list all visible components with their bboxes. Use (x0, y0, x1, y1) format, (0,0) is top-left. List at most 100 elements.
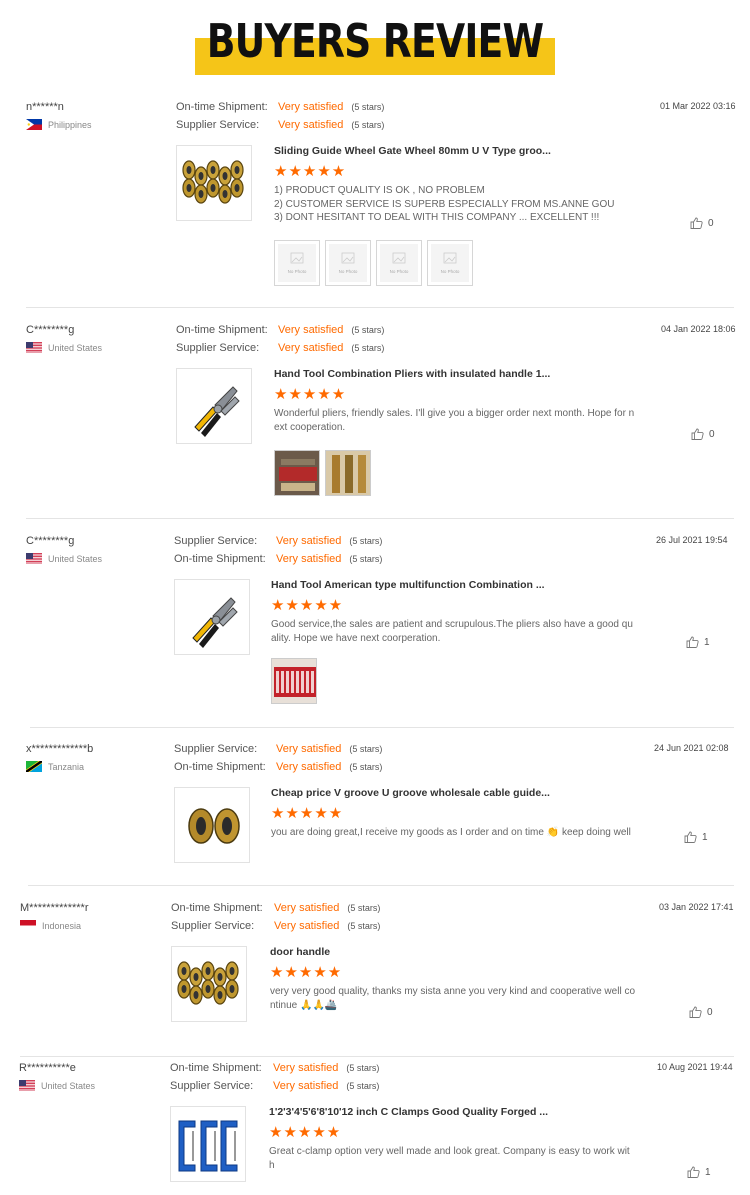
product-title-link[interactable]: 1'2'3'4'5'6'8'10'12 inch C Clamps Good Q… (269, 1106, 548, 1118)
thumbs-up-icon (686, 636, 699, 648)
review-text-line: very very good quality, thanks my sista … (270, 986, 635, 997)
no-photo-label: No Photo (287, 269, 307, 274)
like-count: 1 (705, 1166, 711, 1178)
review-star-rating: ★★★★★ (271, 805, 344, 822)
country-name: United States (41, 1080, 96, 1091)
thumbs-up-icon (690, 217, 703, 229)
review-text-line: ality. Hope we have next coorperation. (271, 632, 441, 644)
product-thumbnail[interactable] (174, 579, 250, 655)
rating-stars-text: (5 stars) (351, 102, 385, 112)
review-text-line: Good service,the sales are patient and s… (271, 619, 633, 630)
review-text: Great c-clamp option very well made and … (269, 1145, 647, 1172)
rating-stars-text: (5 stars) (346, 1063, 380, 1073)
review-photo[interactable] (325, 450, 371, 496)
reviewer-name: x*************b (26, 743, 94, 755)
review-divider (26, 518, 734, 519)
review-photo[interactable] (274, 450, 320, 496)
reviewer-name: C********g (26, 535, 75, 547)
review-date: 01 Mar 2022 03:16 (660, 101, 736, 111)
review-date: 24 Jun 2021 02:08 (654, 743, 729, 753)
no-photo-label: No Photo (440, 269, 460, 274)
no-photo-placeholder[interactable]: No Photo (427, 240, 473, 286)
review-card: M*************r Indonesia On-time Shipment… (0, 898, 750, 1057)
rating-stars-text: (5 stars) (346, 1081, 380, 1091)
review-text-line: ntinue 🙏🙏🚢 (270, 999, 338, 1011)
image-placeholder-icon (329, 244, 367, 282)
product-title-link[interactable]: Hand Tool Combination Pliers with insula… (274, 368, 550, 380)
like-button[interactable]: 1 (684, 831, 708, 843)
rating-label: On-time Shipment: (170, 1062, 262, 1074)
rating-label: On-time Shipment: (174, 761, 266, 773)
review-star-rating: ★★★★★ (271, 597, 344, 614)
product-thumbnail[interactable] (176, 145, 252, 221)
product-title-link[interactable]: Hand Tool American type multifunction Co… (271, 579, 545, 591)
rating-label: On-time Shipment: (176, 324, 268, 336)
like-count: 0 (707, 1006, 713, 1018)
product-thumbnail[interactable] (174, 787, 250, 863)
review-text: very very good quality, thanks my sista … (270, 985, 648, 1012)
rating-row: Supplier Service: Very satisfied (5 stars) (174, 743, 382, 755)
like-count: 0 (709, 428, 715, 440)
like-button[interactable]: 0 (690, 217, 714, 229)
thumbs-up-icon (684, 831, 697, 843)
review-text-line: Great c-clamp option very well made and … (269, 1146, 630, 1157)
rating-value: Very satisfied (276, 743, 342, 755)
rating-stars-text: (5 stars) (347, 903, 381, 913)
rating-label: Supplier Service: (174, 743, 258, 755)
review-text: Good service,the sales are patient and s… (271, 618, 649, 645)
review-date: 04 Jan 2022 18:06 (661, 324, 736, 334)
product-title-link[interactable]: Cheap price V groove U groove wholesale … (271, 787, 550, 799)
rating-stars-text: (5 stars) (349, 762, 383, 772)
no-photo-placeholder[interactable]: No Photo (376, 240, 422, 286)
product-thumbnail[interactable] (170, 1106, 246, 1182)
rating-value: Very satisfied (278, 324, 344, 336)
rating-value: Very satisfied (273, 1080, 339, 1092)
country-name: Philippines (48, 119, 92, 130)
rating-label: On-time Shipment: (171, 902, 263, 914)
rating-row: On-time Shipment: Very satisfied (5 stars) (171, 902, 380, 914)
rating-stars-text: (5 stars) (351, 120, 385, 130)
rating-stars-text: (5 stars) (351, 343, 385, 353)
rating-row: Supplier Service: Very satisfied (5 stars) (170, 1080, 379, 1092)
like-button[interactable]: 1 (687, 1166, 711, 1178)
product-thumbnail[interactable] (171, 946, 247, 1022)
no-photo-label: No Photo (389, 269, 409, 274)
review-card: C********g United States Supplier Service:… (0, 531, 750, 728)
review-divider (28, 885, 734, 886)
rating-value: Very satisfied (278, 119, 344, 131)
product-title-link[interactable]: door handle (270, 946, 330, 958)
us-flag (26, 553, 42, 564)
product-thumbnail[interactable] (176, 368, 252, 444)
reviewer-name: C********g (26, 324, 75, 336)
thumbs-up-icon (689, 1006, 702, 1018)
review-divider (30, 727, 734, 728)
review-text: 1) PRODUCT QUALITY IS OK , NO PROBLEM 2) … (274, 184, 652, 225)
tanzania-flag (26, 761, 42, 772)
review-divider (20, 1056, 734, 1057)
review-star-rating: ★★★★★ (270, 964, 343, 981)
review-text-line: 3) DONT HESITANT TO DEAL WITH THIS COMPA… (274, 212, 600, 223)
product-title-link[interactable]: Sliding Guide Wheel Gate Wheel 80mm U V … (274, 145, 551, 157)
rating-stars-text: (5 stars) (347, 921, 381, 931)
like-button[interactable]: 1 (686, 636, 710, 648)
us-flag (19, 1080, 35, 1091)
like-button[interactable]: 0 (689, 1006, 713, 1018)
like-button[interactable]: 0 (691, 428, 715, 440)
no-photo-placeholder[interactable]: No Photo (325, 240, 371, 286)
banner-title: BUYERS REVIEW (206, 14, 544, 68)
review-card: R**********e United States On-time Shipmen… (0, 1058, 750, 1195)
reviewer-name: M*************r (20, 902, 89, 914)
rating-value: Very satisfied (278, 342, 344, 354)
review-photo[interactable] (271, 658, 317, 704)
image-placeholder-icon (278, 244, 316, 282)
us-flag (26, 342, 42, 353)
banner: BUYERS REVIEW (0, 0, 750, 90)
country-name: United States (48, 342, 103, 353)
no-photo-placeholder[interactable]: No Photo (274, 240, 320, 286)
reviewer-name: R**********e (19, 1062, 76, 1074)
rating-stars-text: (5 stars) (349, 554, 383, 564)
review-card: C********g United States On-time Shipment:… (0, 320, 750, 519)
country-name: United States (48, 553, 103, 564)
reviewer-country: Indonesia (20, 920, 81, 931)
reviewer-country: Tanzania (26, 761, 84, 772)
